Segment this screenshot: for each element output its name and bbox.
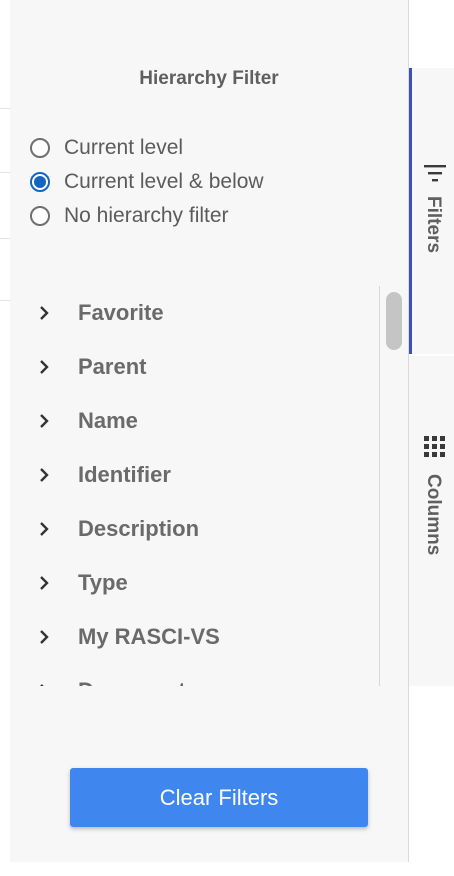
panel-title: Hierarchy Filter — [139, 68, 279, 89]
filter-panel: Hierarchy Filter Current level Current l… — [10, 0, 409, 862]
chevron-right-icon — [40, 522, 49, 536]
chevron-right-icon — [40, 360, 49, 374]
chevron-right-icon — [40, 306, 49, 320]
radio-dot — [34, 176, 46, 188]
chevron-right-icon — [40, 576, 49, 590]
tab-filters[interactable]: Filters — [409, 68, 454, 354]
radio-button-selected[interactable] — [30, 172, 50, 192]
filter-item-label: Type — [78, 570, 128, 595]
filter-item-label: Documents — [78, 678, 198, 686]
radio-label: Current level & below — [64, 170, 264, 193]
side-tab-bar: Filters Columns — [409, 0, 454, 876]
radio-current-level[interactable]: Current level — [30, 133, 183, 163]
scrollbar-thumb[interactable] — [386, 292, 402, 350]
filter-item-label: Parent — [78, 354, 147, 379]
filter-column-list[interactable]: Favorite Parent Name Identifier Descript… — [10, 286, 380, 686]
clear-filters-button[interactable]: Clear Filters — [70, 768, 368, 827]
chevron-right-icon — [40, 630, 49, 644]
chevron-right-icon — [40, 468, 49, 482]
radio-label: Current level — [64, 136, 184, 159]
filter-item-label: Favorite — [78, 300, 164, 325]
filter-lines-icon — [424, 165, 446, 182]
chevron-right-icon — [40, 414, 49, 428]
radio-label: No hierarchy filter — [64, 204, 229, 227]
filter-item-label: My RASCI-VS — [78, 624, 220, 649]
filter-item-label: Name — [78, 408, 138, 433]
chevron-right-icon — [40, 684, 44, 686]
tab-filters-label: Filters — [423, 196, 444, 254]
tab-columns-label: Columns — [423, 474, 444, 556]
tab-columns[interactable]: Columns — [409, 356, 454, 686]
radio-no-hierarchy-filter[interactable]: No hierarchy filter — [30, 201, 229, 231]
filter-item-label: Identifier — [78, 462, 171, 487]
radio-current-level-and-below[interactable]: Current level & below — [30, 167, 264, 197]
radio-button[interactable] — [30, 206, 50, 226]
radio-button[interactable] — [30, 138, 50, 158]
filter-item-label: Description — [78, 516, 200, 541]
grid-icon — [424, 436, 445, 457]
scrollbar-track — [379, 286, 380, 686]
